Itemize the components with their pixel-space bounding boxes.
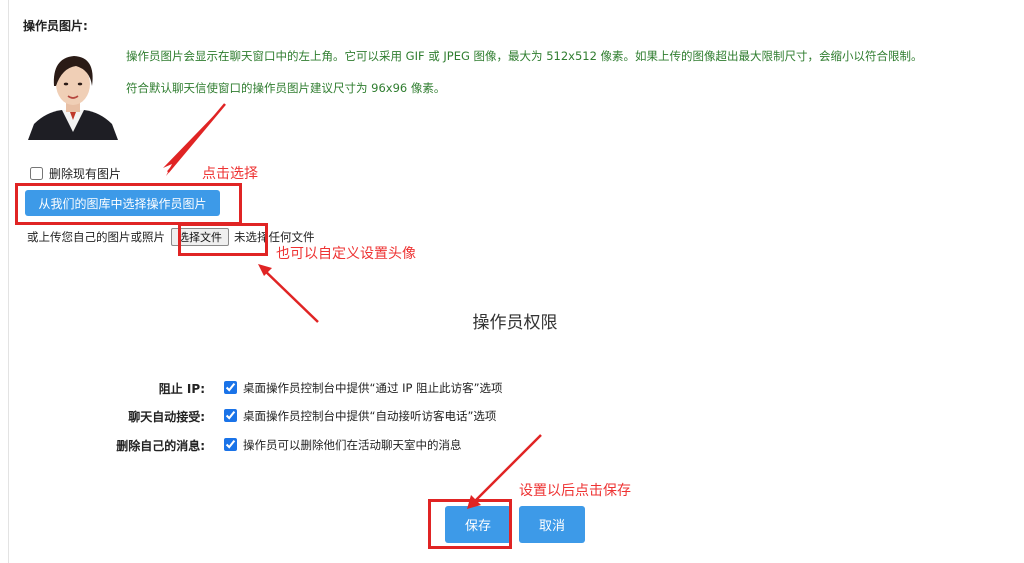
note-click-select: 点击选择	[202, 166, 258, 182]
note-save-after: 设置以后点击保存	[519, 483, 631, 499]
arrow-line-gallery	[167, 103, 226, 173]
arrow-line-custom	[261, 267, 319, 323]
note-custom-avatar: 也可以自定义设置头像	[276, 246, 416, 262]
annotation-arrows	[163, 103, 542, 509]
